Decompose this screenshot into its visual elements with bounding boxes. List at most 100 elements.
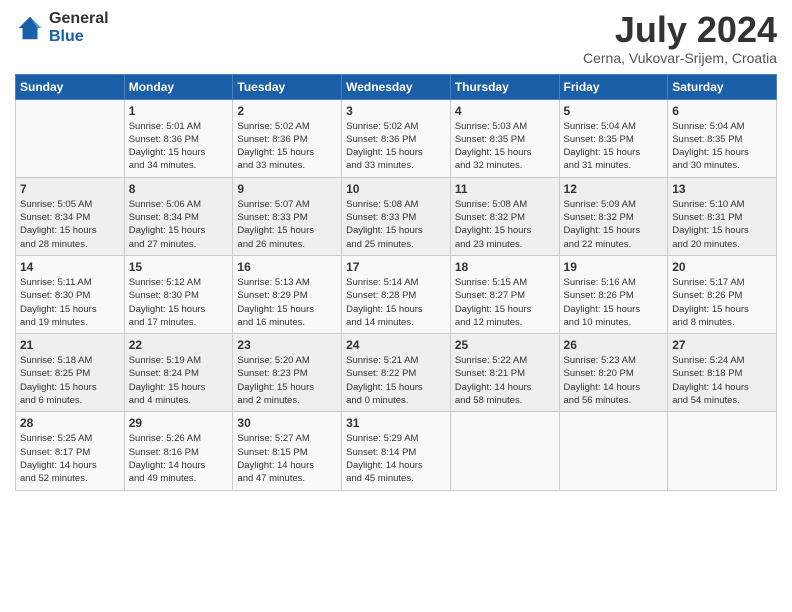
day-number: 29 — [129, 416, 229, 430]
calendar-week-row: 14Sunrise: 5:11 AM Sunset: 8:30 PM Dayli… — [16, 255, 777, 333]
calendar-week-row: 28Sunrise: 5:25 AM Sunset: 8:17 PM Dayli… — [16, 412, 777, 490]
day-number: 11 — [455, 182, 555, 196]
calendar-cell: 22Sunrise: 5:19 AM Sunset: 8:24 PM Dayli… — [124, 334, 233, 412]
calendar-cell: 17Sunrise: 5:14 AM Sunset: 8:28 PM Dayli… — [342, 255, 451, 333]
day-info: Sunrise: 5:14 AM Sunset: 8:28 PM Dayligh… — [346, 276, 446, 329]
day-info: Sunrise: 5:09 AM Sunset: 8:32 PM Dayligh… — [564, 198, 664, 251]
weekday-header-sunday: Sunday — [16, 74, 125, 99]
day-number: 2 — [237, 104, 337, 118]
day-number: 7 — [20, 182, 120, 196]
page: General Blue July 2024 Cerna, Vukovar-Sr… — [0, 0, 792, 612]
day-number: 16 — [237, 260, 337, 274]
day-info: Sunrise: 5:01 AM Sunset: 8:36 PM Dayligh… — [129, 120, 229, 173]
calendar-cell: 8 Sunrise: 5:06 AM Sunset: 8:34 PM Daylig… — [124, 177, 233, 255]
day-info: Sunrise: 5:24 AM Sunset: 8:18 PM Dayligh… — [672, 354, 772, 407]
day-info: Sunrise: 5:05 AM Sunset: 8:34 PM Dayligh… — [20, 198, 120, 251]
day-number: 13 — [672, 182, 772, 196]
calendar-cell: 1 Sunrise: 5:01 AM Sunset: 8:36 PM Daylig… — [124, 99, 233, 177]
calendar-table: SundayMondayTuesdayWednesdayThursdayFrid… — [15, 74, 777, 491]
day-info: Sunrise: 5:03 AM Sunset: 8:35 PM Dayligh… — [455, 120, 555, 173]
calendar-cell — [668, 412, 777, 490]
day-number: 5 — [564, 104, 664, 118]
calendar-cell: 20 Sunrise: 5:17 AM Sunset: 8:26 PM Dayli… — [668, 255, 777, 333]
day-number: 15 — [129, 260, 229, 274]
calendar-cell — [559, 412, 668, 490]
day-number: 9 — [237, 182, 337, 196]
calendar-cell: 18Sunrise: 5:15 AM Sunset: 8:27 PM Dayli… — [450, 255, 559, 333]
day-number: 8 — [129, 182, 229, 196]
calendar-cell — [16, 99, 125, 177]
day-number: 12 — [564, 182, 664, 196]
location: Cerna, Vukovar-Srijem, Croatia — [583, 50, 777, 66]
calendar-cell: 7 Sunrise: 5:05 AM Sunset: 8:34 PM Daylig… — [16, 177, 125, 255]
calendar-cell: 31 Sunrise: 5:29 AM Sunset: 8:14 PM Dayli… — [342, 412, 451, 490]
calendar-cell: 2 Sunrise: 5:02 AM Sunset: 8:36 PM Daylig… — [233, 99, 342, 177]
day-number: 21 — [20, 338, 120, 352]
day-number: 28 — [20, 416, 120, 430]
logo: General Blue — [15, 10, 109, 45]
day-number: 27 — [672, 338, 772, 352]
day-info: Sunrise: 5:23 AM Sunset: 8:20 PM Dayligh… — [564, 354, 664, 407]
title-block: July 2024 Cerna, Vukovar-Srijem, Croatia — [583, 10, 777, 66]
day-number: 3 — [346, 104, 446, 118]
day-number: 20 — [672, 260, 772, 274]
day-number: 22 — [129, 338, 229, 352]
calendar-cell: 16 Sunrise: 5:13 AM Sunset: 8:29 PM Dayli… — [233, 255, 342, 333]
calendar-cell: 12 Sunrise: 5:09 AM Sunset: 8:32 PM Dayli… — [559, 177, 668, 255]
weekday-header-tuesday: Tuesday — [233, 74, 342, 99]
day-info: Sunrise: 5:04 AM Sunset: 8:35 PM Dayligh… — [564, 120, 664, 173]
day-info: Sunrise: 5:22 AM Sunset: 8:21 PM Dayligh… — [455, 354, 555, 407]
day-info: Sunrise: 5:07 AM Sunset: 8:33 PM Dayligh… — [237, 198, 337, 251]
day-info: Sunrise: 5:29 AM Sunset: 8:14 PM Dayligh… — [346, 432, 446, 485]
calendar-cell: 15 Sunrise: 5:12 AM Sunset: 8:30 PM Dayli… — [124, 255, 233, 333]
day-info: Sunrise: 5:04 AM Sunset: 8:35 PM Dayligh… — [672, 120, 772, 173]
day-info: Sunrise: 5:12 AM Sunset: 8:30 PM Dayligh… — [129, 276, 229, 329]
header: General Blue July 2024 Cerna, Vukovar-Sr… — [15, 10, 777, 66]
calendar-cell: 29Sunrise: 5:26 AM Sunset: 8:16 PM Dayli… — [124, 412, 233, 490]
calendar-cell — [450, 412, 559, 490]
calendar-cell: 26Sunrise: 5:23 AM Sunset: 8:20 PM Dayli… — [559, 334, 668, 412]
calendar-cell: 11 Sunrise: 5:08 AM Sunset: 8:32 PM Dayli… — [450, 177, 559, 255]
weekday-header-wednesday: Wednesday — [342, 74, 451, 99]
day-info: Sunrise: 5:02 AM Sunset: 8:36 PM Dayligh… — [346, 120, 446, 173]
day-info: Sunrise: 5:13 AM Sunset: 8:29 PM Dayligh… — [237, 276, 337, 329]
calendar-cell: 10Sunrise: 5:08 AM Sunset: 8:33 PM Dayli… — [342, 177, 451, 255]
day-info: Sunrise: 5:02 AM Sunset: 8:36 PM Dayligh… — [237, 120, 337, 173]
weekday-header-friday: Friday — [559, 74, 668, 99]
calendar-week-row: 21Sunrise: 5:18 AM Sunset: 8:25 PM Dayli… — [16, 334, 777, 412]
day-number: 30 — [237, 416, 337, 430]
day-number: 4 — [455, 104, 555, 118]
calendar-cell: 9 Sunrise: 5:07 AM Sunset: 8:33 PM Daylig… — [233, 177, 342, 255]
calendar-cell: 3 Sunrise: 5:02 AM Sunset: 8:36 PM Daylig… — [342, 99, 451, 177]
calendar-cell: 21Sunrise: 5:18 AM Sunset: 8:25 PM Dayli… — [16, 334, 125, 412]
logo-icon — [15, 13, 45, 43]
day-info: Sunrise: 5:06 AM Sunset: 8:34 PM Dayligh… — [129, 198, 229, 251]
calendar-cell: 25Sunrise: 5:22 AM Sunset: 8:21 PM Dayli… — [450, 334, 559, 412]
logo-text: General Blue — [49, 10, 109, 45]
day-info: Sunrise: 5:10 AM Sunset: 8:31 PM Dayligh… — [672, 198, 772, 251]
weekday-header-thursday: Thursday — [450, 74, 559, 99]
calendar-cell: 27 Sunrise: 5:24 AM Sunset: 8:18 PM Dayli… — [668, 334, 777, 412]
day-number: 31 — [346, 416, 446, 430]
day-number: 23 — [237, 338, 337, 352]
day-info: Sunrise: 5:08 AM Sunset: 8:32 PM Dayligh… — [455, 198, 555, 251]
day-info: Sunrise: 5:17 AM Sunset: 8:26 PM Dayligh… — [672, 276, 772, 329]
calendar-cell: 28Sunrise: 5:25 AM Sunset: 8:17 PM Dayli… — [16, 412, 125, 490]
weekday-header-saturday: Saturday — [668, 74, 777, 99]
calendar-cell: 5 Sunrise: 5:04 AM Sunset: 8:35 PM Daylig… — [559, 99, 668, 177]
calendar-cell: 14Sunrise: 5:11 AM Sunset: 8:30 PM Dayli… — [16, 255, 125, 333]
logo-blue-text: Blue — [49, 28, 109, 46]
day-number: 19 — [564, 260, 664, 274]
day-number: 14 — [20, 260, 120, 274]
month-title: July 2024 — [583, 10, 777, 50]
calendar-cell: 23 Sunrise: 5:20 AM Sunset: 8:23 PM Dayli… — [233, 334, 342, 412]
weekday-header-monday: Monday — [124, 74, 233, 99]
calendar-cell: 30Sunrise: 5:27 AM Sunset: 8:15 PM Dayli… — [233, 412, 342, 490]
calendar-cell: 13 Sunrise: 5:10 AM Sunset: 8:31 PM Dayli… — [668, 177, 777, 255]
day-number: 1 — [129, 104, 229, 118]
day-number: 18 — [455, 260, 555, 274]
day-number: 10 — [346, 182, 446, 196]
calendar-cell: 4 Sunrise: 5:03 AM Sunset: 8:35 PM Daylig… — [450, 99, 559, 177]
day-info: Sunrise: 5:20 AM Sunset: 8:23 PM Dayligh… — [237, 354, 337, 407]
calendar-week-row: 1 Sunrise: 5:01 AM Sunset: 8:36 PM Daylig… — [16, 99, 777, 177]
